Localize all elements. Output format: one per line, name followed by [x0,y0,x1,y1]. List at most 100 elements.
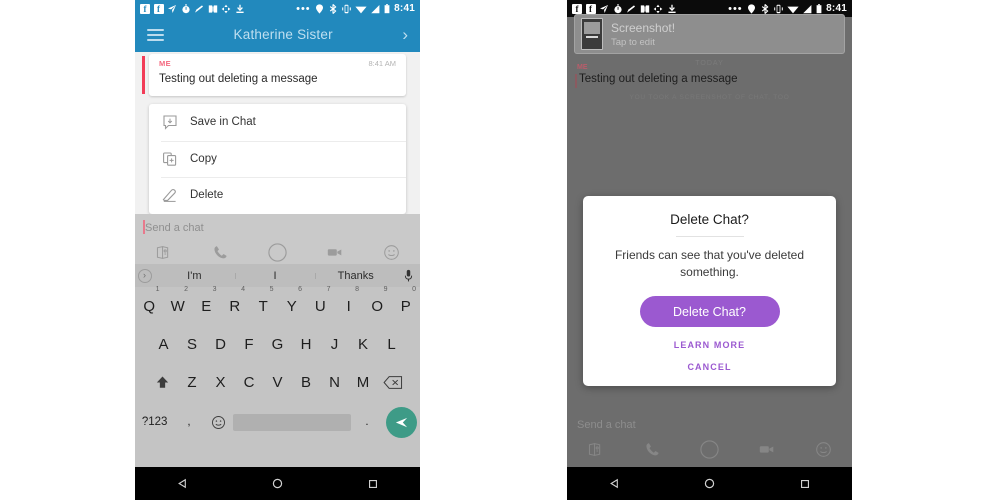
status-bar: f f ••• 8:41 [135,0,420,17]
key-number-hint: 0 [412,286,416,293]
phone-call-icon[interactable] [192,244,249,261]
screenshot-stage: f f ••• 8:41 Katherine Sister › ME 8:41 … [0,0,1000,500]
message-text: Testing out deleting a message [159,73,318,85]
emoji-icon[interactable] [363,244,420,261]
camera-circle-icon[interactable] [249,242,306,263]
key-C[interactable]: C [235,363,264,401]
sticker-icon[interactable] [135,244,192,261]
key-I[interactable]: 8I [335,286,364,325]
right-phone-panel: f f ••• 8:41 Screenshot! Tap to edit TOD… [567,0,852,500]
chevron-right-icon[interactable]: › [135,268,154,283]
message-sender: ME [159,59,172,68]
wifi-icon [787,4,799,14]
key-B[interactable]: B [292,363,321,401]
home-circle-icon[interactable] [662,477,757,490]
emoji-icon[interactable] [204,415,233,430]
suggestion-item[interactable]: Thanks [315,270,396,282]
location-icon [746,3,756,14]
key-K[interactable]: K [349,325,378,363]
menu-item-label: Copy [190,152,217,165]
key-number-hint: 1 [155,286,160,293]
key-V[interactable]: V [263,363,292,401]
suggestion-item[interactable]: I [234,270,316,282]
key-O[interactable]: 9O [363,286,392,325]
key-N[interactable]: N [320,363,349,401]
status-bar-system-icons: ••• 8:41 [728,3,847,14]
key-F[interactable]: F [235,325,264,363]
learn-more-link[interactable]: LEARN MORE [597,340,822,350]
key-W[interactable]: 2W [164,286,193,325]
suggestion-item[interactable]: I'm [154,270,235,282]
back-triangle-icon[interactable] [567,477,662,490]
delete-chat-button[interactable]: Delete Chat? [639,296,780,328]
key-R[interactable]: 4R [221,286,250,325]
video-camera-icon[interactable] [306,243,363,261]
screenshot-note: YOU TOOK A SCREENSHOT OF CHAT, TOO [629,94,790,101]
key-Q[interactable]: 1Q [135,286,164,325]
key-L[interactable]: L [377,325,406,363]
download-icon [235,4,245,14]
send-button[interactable] [383,406,420,438]
key-J[interactable]: J [320,325,349,363]
message-timestamp: 8:41 AM [368,59,396,68]
facebook-icon: f [140,3,150,14]
cancel-button[interactable]: CANCEL [597,362,822,372]
key-Y[interactable]: 6Y [278,286,307,325]
paper-plane-icon [167,4,177,14]
microphone-icon[interactable] [396,269,420,283]
chat-message-card[interactable]: ME 8:41 AM Testing out deleting a messag… [142,54,406,96]
chat-input[interactable]: Send a chat [577,419,636,431]
bluetooth-icon [328,3,338,14]
vibrate-icon [773,4,783,14]
dialog-body-text: Friends can see that you've deleted some… [614,248,805,280]
back-triangle-icon[interactable] [135,477,230,490]
menu-item-save-in-chat[interactable]: Save in Chat [149,104,406,141]
key-G[interactable]: G [263,325,292,363]
menu-item-delete[interactable]: Delete [149,177,406,214]
suggestion-bar: › I'm I Thanks [135,264,420,287]
camera-circle-icon[interactable] [681,439,738,460]
signal-icon [370,4,380,14]
recents-square-icon[interactable] [325,478,420,490]
key-U[interactable]: 7U [306,286,335,325]
shift-up-icon[interactable] [147,363,178,401]
key-Z[interactable]: Z [178,363,207,401]
key-E[interactable]: 3E [192,286,221,325]
message-sender: ME [577,64,588,71]
key-S[interactable]: S [178,325,207,363]
key-number-hint: 9 [383,286,388,293]
key-T[interactable]: 5T [249,286,278,325]
menu-item-copy[interactable]: Copy [149,140,406,178]
key-H[interactable]: H [292,325,321,363]
backspace-icon[interactable] [377,363,408,401]
phone-call-icon[interactable] [624,441,681,458]
key-number-hint: 7 [326,286,331,293]
key-A[interactable]: A [149,325,178,363]
key-X[interactable]: X [206,363,235,401]
menu-item-label: Delete [190,189,224,202]
key-number-hint: 3 [212,286,217,293]
date-divider: TODAY [695,60,724,67]
hamburger-icon[interactable] [147,28,164,41]
chevron-right-icon[interactable]: › [402,26,408,43]
sticker-icon[interactable] [567,441,624,458]
key-P[interactable]: 0P [392,286,421,325]
delete-eraser-icon [161,186,179,204]
send-paper-plane-icon [385,406,417,438]
message-text: Testing out deleting a message [579,73,738,85]
home-circle-icon[interactable] [230,477,325,490]
battery-icon [384,3,390,14]
space-key[interactable] [233,413,352,431]
chat-input[interactable]: Send a chat [145,222,204,234]
symbols-key[interactable]: ?123 [135,416,174,428]
key-M[interactable]: M [349,363,378,401]
comma-key[interactable]: , [174,416,203,428]
video-camera-icon[interactable] [738,440,795,458]
pencil-icon [626,4,636,14]
screenshot-notification-banner[interactable]: Screenshot! Tap to edit [574,14,845,54]
screenshot-thumbnail [581,18,603,50]
key-D[interactable]: D [206,325,235,363]
emoji-icon[interactable] [795,441,852,458]
period-key[interactable]: . [351,416,382,428]
recents-square-icon[interactable] [757,478,852,490]
